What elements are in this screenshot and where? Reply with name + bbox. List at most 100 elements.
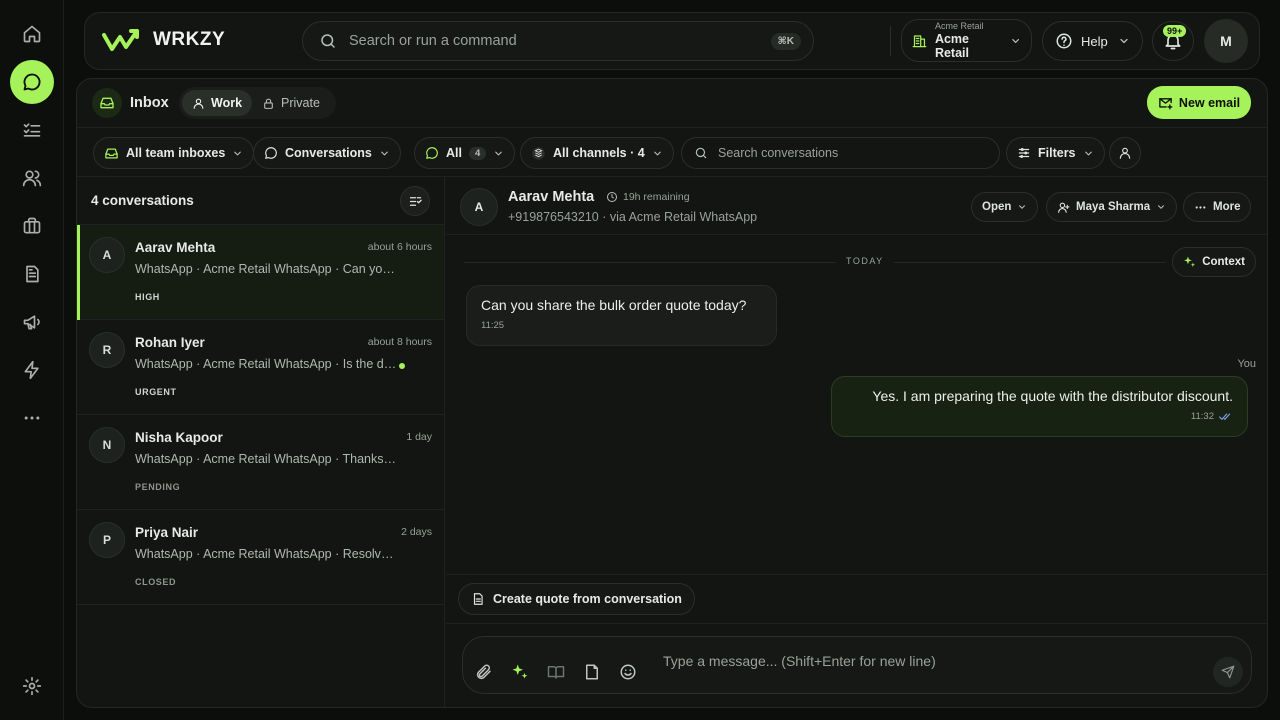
nav-inbox[interactable] <box>10 60 54 104</box>
contact-name: Nisha Kapoor <box>135 430 223 445</box>
conversation-view: A Aarav Mehta 19h remaining +91987654321… <box>446 177 1267 707</box>
nav-automations[interactable] <box>10 348 54 392</box>
message-time: 11:32 <box>1190 411 1214 422</box>
tab-private-label: Private <box>281 96 320 110</box>
megaphone-icon <box>23 315 40 330</box>
conversations-filter[interactable]: Conversations <box>253 137 401 169</box>
topbar-divider <box>890 26 891 56</box>
conversation-item[interactable]: N Nisha Kapoor 1 day WhatsApp · Acme Ret… <box>77 415 444 510</box>
filters-label: Filters <box>1038 146 1076 160</box>
paperclip-icon[interactable] <box>475 663 493 681</box>
chevron-down-icon <box>1120 38 1128 44</box>
day-divider <box>464 262 1166 263</box>
sparkle-icon <box>1184 256 1196 267</box>
contact-name: Aarav Mehta <box>135 240 216 255</box>
quick-actions-bar: Create quote from conversation <box>446 574 1267 624</box>
inbox-tabs: Work Private <box>179 87 336 119</box>
reply-window: 19h remaining <box>606 191 690 203</box>
shortcut-badge: ⌘K <box>770 32 801 50</box>
status-dropdown[interactable]: Open <box>971 192 1039 222</box>
send-button[interactable] <box>1213 657 1243 687</box>
create-quote-button[interactable]: Create quote from conversation <box>458 583 695 615</box>
document-icon <box>26 265 39 283</box>
nav-contacts[interactable] <box>10 156 54 200</box>
team-inboxes-filter[interactable]: All team inboxes <box>93 137 255 169</box>
conversation-search[interactable]: Search conversations <box>681 137 1000 169</box>
conversation-item[interactable]: R Rohan Iyer about 8 hours WhatsApp · Ac… <box>77 320 444 415</box>
assignee-filter-button[interactable] <box>1109 137 1141 169</box>
assignee-label: Maya Sharma <box>1076 201 1151 213</box>
reply-window-label: 19h remaining <box>623 191 690 203</box>
briefcase-icon <box>23 217 41 234</box>
channels-filter[interactable]: All channels · 4 <box>520 137 674 169</box>
org-switcher[interactable]: Acme Retail Acme Retail <box>901 19 1032 62</box>
emoji-icon[interactable] <box>619 663 637 681</box>
status-filter[interactable]: All 4 <box>414 137 516 169</box>
more-dots-icon <box>1195 205 1206 209</box>
chevron-down-icon <box>381 151 388 155</box>
assignee-dropdown[interactable]: Maya Sharma <box>1046 192 1178 222</box>
conversation-item[interactable]: A Aarav Mehta about 6 hours WhatsApp · A… <box>77 225 444 320</box>
book-open-icon[interactable] <box>547 663 565 681</box>
layers-icon <box>532 146 545 160</box>
contact-name: Aarav Mehta <box>508 189 595 205</box>
building-icon <box>912 34 927 47</box>
checklist-icon <box>23 123 41 137</box>
nav-home[interactable] <box>10 12 54 56</box>
tab-work[interactable]: Work <box>182 90 253 116</box>
user-icon <box>1119 147 1131 159</box>
search-placeholder[interactable]: Search or run a command <box>349 33 759 49</box>
nav-more[interactable] <box>10 396 54 440</box>
priority-tag: HIGH <box>135 292 160 302</box>
chevron-down-icon <box>1158 205 1165 209</box>
conversation-item[interactable]: P Priya Nair 2 days WhatsApp · Acme Reta… <box>77 510 444 605</box>
conversation-preview: WhatsApp · Acme Retail WhatsApp · Can yo… <box>135 262 397 276</box>
chat-bubble-icon <box>426 147 438 159</box>
bulk-select-button[interactable] <box>400 186 430 216</box>
contact-avatar: A <box>460 188 498 226</box>
nav-documents[interactable] <box>10 252 54 296</box>
notifications-button[interactable]: 99+ <box>1152 21 1194 61</box>
conversation-time: about 8 hours <box>367 336 432 348</box>
more-button[interactable]: More <box>1183 192 1252 222</box>
nav-campaigns[interactable] <box>10 300 54 344</box>
unread-dot <box>399 363 405 369</box>
page-title: Inbox <box>130 95 169 111</box>
lightning-icon <box>24 360 39 380</box>
conversation-preview: WhatsApp · Acme Retail WhatsApp · Thanks… <box>135 452 397 466</box>
tab-private[interactable]: Private <box>252 90 330 116</box>
new-email-button[interactable]: New email <box>1147 86 1251 119</box>
chevron-down-icon <box>1012 38 1019 43</box>
chevron-down-icon <box>234 151 242 155</box>
composer-tools <box>475 663 637 681</box>
message-text: Yes. I am preparing the quote with the d… <box>872 388 1233 404</box>
conversation-time: about 6 hours <box>367 241 432 253</box>
note-icon[interactable] <box>583 663 601 681</box>
message-input[interactable] <box>663 653 1163 669</box>
help-button[interactable]: Help <box>1042 21 1143 61</box>
status-tag: CLOSED <box>135 577 177 587</box>
search-icon <box>321 34 335 48</box>
nav-settings[interactable] <box>10 664 54 708</box>
user-avatar[interactable]: M <box>1204 19 1248 63</box>
context-button[interactable]: Context <box>1172 247 1256 277</box>
command-search[interactable]: Search or run a command ⌘K <box>302 21 814 61</box>
filters-button[interactable]: Filters <box>1006 137 1105 169</box>
nav-tasks[interactable] <box>10 108 54 152</box>
file-text-icon <box>473 593 483 605</box>
conversation-header: A Aarav Mehta 19h remaining +91987654321… <box>446 177 1267 235</box>
brand-mark-icon <box>102 29 139 51</box>
sender-label: You <box>1237 358 1256 370</box>
contact-name: Rohan Iyer <box>135 335 205 350</box>
more-dots-icon <box>24 416 40 420</box>
help-circle-icon <box>1056 33 1072 49</box>
top-bar: WRKZY Search or run a command ⌘K Acme Re… <box>84 12 1260 70</box>
new-email-label: New email <box>1178 95 1241 110</box>
channels-label: All channels · 4 <box>553 146 645 160</box>
brand-logo[interactable]: WRKZY <box>101 27 225 53</box>
double-check-icon <box>1219 413 1231 420</box>
chat-bubble-icon <box>265 147 277 159</box>
ai-sparkle-icon[interactable] <box>511 663 529 681</box>
nav-deals[interactable] <box>10 204 54 248</box>
chevron-down-icon <box>1019 205 1026 209</box>
